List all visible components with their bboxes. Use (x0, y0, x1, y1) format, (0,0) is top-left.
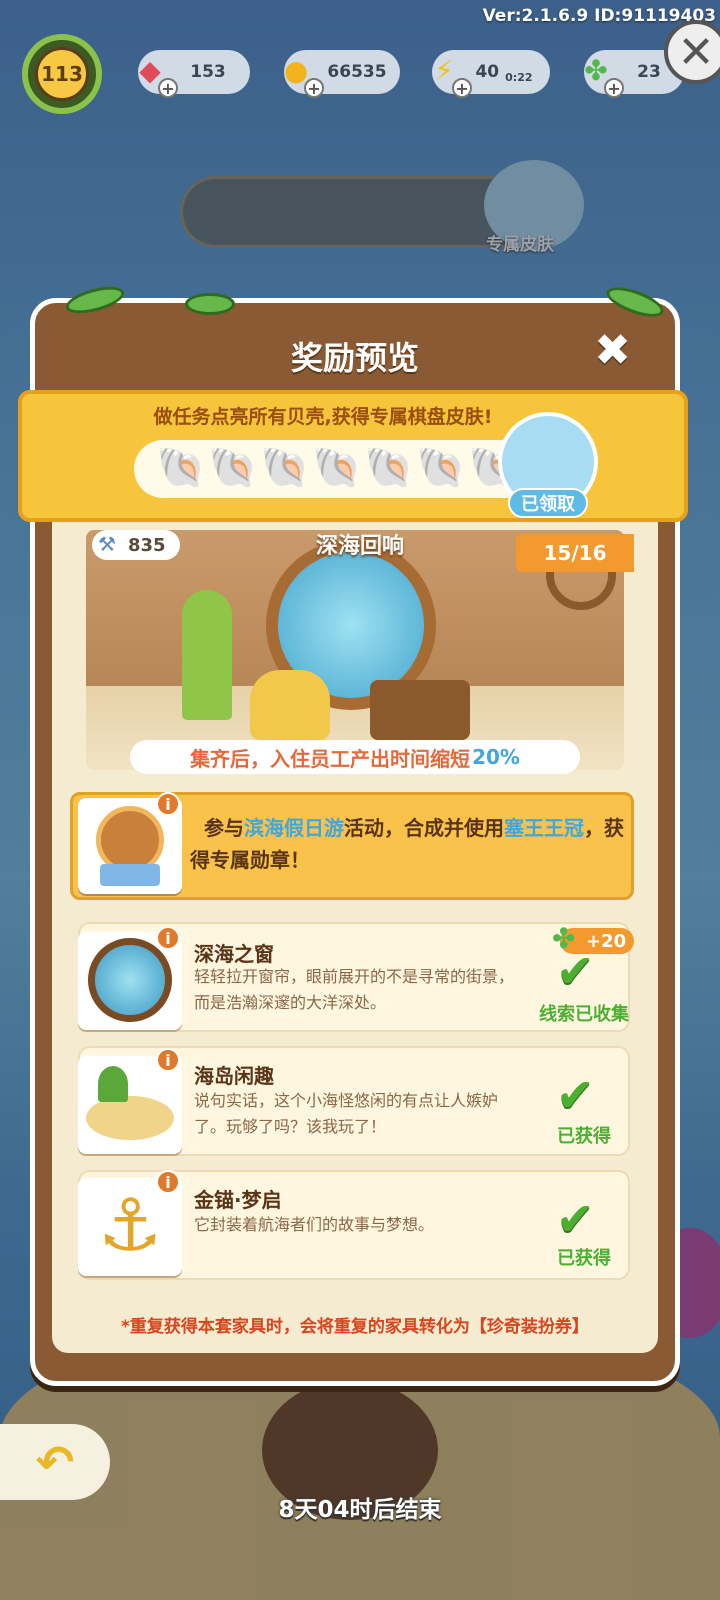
energy-value: 40 (475, 62, 500, 82)
plant-icon (182, 590, 232, 720)
item-status: 已获得 (557, 1248, 611, 1269)
coins-counter[interactable]: ● + 66535 (284, 50, 400, 98)
player-level: 113 (35, 47, 89, 101)
claimed-badge: 已领取 (508, 488, 588, 518)
item-name: 金锚·梦启 (194, 1188, 282, 1212)
item-name: 深海之窗 (194, 942, 274, 966)
player-level-badge[interactable]: 113 (22, 34, 102, 114)
check-icon: ✔ (556, 944, 595, 998)
medal-text-part: 参与 (204, 816, 244, 840)
room-bonus-value: 20% (472, 745, 520, 769)
info-icon[interactable]: i (156, 792, 180, 816)
ribbon-icon (100, 864, 160, 886)
shell-icon: 🐚 (312, 445, 362, 491)
add-coins-icon[interactable]: + (304, 78, 324, 98)
treasure-chest-icon (370, 680, 470, 740)
event-countdown: 8天04时后结束 (278, 1497, 442, 1523)
clover-value: 23 (637, 62, 661, 82)
modal-title: 奖励预览 (290, 339, 419, 377)
gems-value: 153 (190, 62, 226, 82)
add-energy-icon[interactable]: + (452, 78, 472, 98)
porthole-icon (88, 938, 172, 1022)
item-status: 已获得 (557, 1126, 611, 1147)
medal-text-part: 活动，合成并使用 (344, 816, 504, 840)
island-icon (86, 1096, 174, 1140)
item-status: 线索已收集 (539, 1004, 629, 1025)
shell-icon: 🐚 (416, 445, 466, 491)
info-icon[interactable]: i (156, 1048, 180, 1072)
room-bonus-text: 集齐后，入住员工产出时间缩短 (190, 746, 471, 771)
room-bonus: 集齐后，入住员工产出时间缩短 20% (130, 740, 580, 774)
check-icon: ✔ (556, 1068, 595, 1122)
item-name: 海岛闲趣 (194, 1064, 274, 1088)
duplicate-footnote: *重复获得本套家具时，会将重复的家具转化为【珍奇装扮券】 (121, 1317, 589, 1337)
add-clover-icon[interactable]: + (604, 78, 624, 98)
energy-counter[interactable]: ⚡ + 40 0:22 (432, 50, 550, 98)
shell-icon: 🐚 (364, 445, 414, 491)
info-icon[interactable]: i (156, 1170, 180, 1194)
energy-timer: 0:22 (505, 70, 533, 84)
top-close-icon[interactable]: ✕ (664, 20, 720, 84)
close-icon[interactable]: ✖ (594, 329, 631, 373)
info-icon[interactable]: i (156, 926, 180, 950)
item-description: 它封装着航海者们的故事与梦想。 (194, 1215, 435, 1234)
coins-value: 66535 (327, 62, 387, 82)
shell-icon: 🐚 (156, 445, 206, 491)
item-link[interactable]: 塞王王冠 (504, 816, 584, 840)
anchor-icon: ⚓ (97, 1183, 163, 1267)
item-description: 轻轻拉开窗帘，眼前展开的不是寻常的街景，而是浩瀚深邃的大洋深处。 (194, 967, 515, 1012)
back-arrow-icon[interactable]: ↶ (0, 1424, 110, 1500)
item-description: 说句实话，这个小海怪悠闲的有点让人嫉妒了。玩够了吗？该我玩了！ (194, 1091, 499, 1136)
shell-icon: 🐚 (260, 445, 310, 491)
palm-tree-icon (98, 1066, 128, 1102)
gems-counter[interactable]: ◆ + 153 (138, 50, 250, 98)
room-progress: 15/16 (516, 534, 634, 572)
leaf-decoration-icon (185, 293, 235, 315)
medal-description: 参与滨海假日游活动，合成并使用塞王王冠，获得专属勋章！ (190, 812, 630, 876)
shell-icon: 🐚 (208, 445, 258, 491)
armchair-icon (250, 670, 330, 740)
add-gems-icon[interactable]: + (158, 78, 178, 98)
check-icon: ✔ (556, 1192, 595, 1246)
event-link[interactable]: 滨海假日游 (244, 816, 344, 840)
